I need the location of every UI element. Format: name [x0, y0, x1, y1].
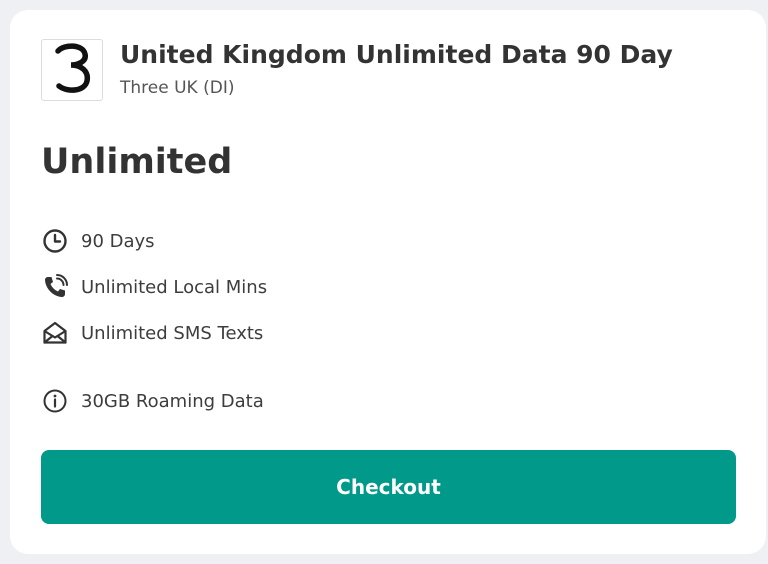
- feature-label: 30GB Roaming Data: [81, 390, 264, 412]
- feature-label: Unlimited SMS Texts: [81, 322, 264, 344]
- feature-calls: Unlimited Local Mins: [41, 272, 267, 302]
- feature-roaming: 30GB Roaming Data: [41, 386, 264, 416]
- three-3-logo-icon: [50, 43, 94, 97]
- feature-label: 90 Days: [81, 230, 155, 252]
- feature-sms: Unlimited SMS Texts: [41, 318, 263, 348]
- data-amount: Unlimited: [41, 142, 233, 182]
- operator-logo: [41, 39, 103, 101]
- clock-icon: [41, 227, 69, 255]
- plan-card: United Kingdom Unlimited Data 90 Day Thr…: [10, 10, 766, 554]
- info-circle-icon: [41, 387, 69, 415]
- phone-call-icon: [41, 273, 69, 301]
- operator-name: Three UK (DI): [120, 78, 235, 98]
- checkout-button[interactable]: Checkout: [41, 450, 736, 524]
- plan-title: United Kingdom Unlimited Data 90 Day: [120, 40, 673, 69]
- feature-validity: 90 Days: [41, 226, 155, 256]
- feature-label: Unlimited Local Mins: [81, 276, 268, 298]
- envelope-open-icon: [41, 319, 69, 347]
